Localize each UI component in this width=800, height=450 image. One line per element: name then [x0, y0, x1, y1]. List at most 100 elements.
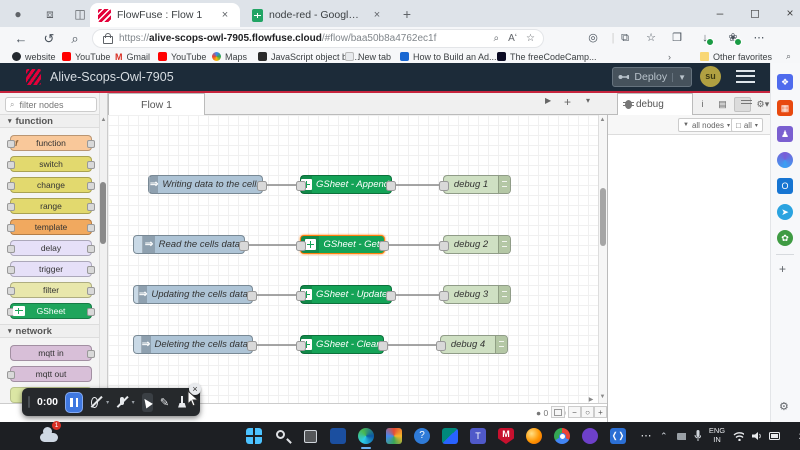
eraser-tool-icon[interactable] [176, 396, 184, 409]
bookmark-new-tab[interactable]: New tab [345, 50, 391, 63]
gsheet-clear-node[interactable]: GSheet - Clear [300, 335, 384, 354]
back-icon[interactable]: ← [12, 30, 30, 48]
favorite-star-icon[interactable]: ☆ [526, 33, 535, 44]
edge-taskbar-icon[interactable] [358, 428, 374, 444]
pause-button[interactable] [65, 392, 83, 413]
bookmarks-overflow-icon[interactable]: › [668, 50, 671, 63]
split-screen-icon[interactable]: ⧉ [616, 29, 634, 47]
github-desktop-icon[interactable] [582, 428, 598, 444]
rail-add-icon[interactable]: + [779, 262, 786, 276]
tab-actions-icon[interactable]: ◫ [72, 6, 88, 22]
rail-settings-icon[interactable]: ⚙ [779, 400, 789, 413]
wifi-icon[interactable] [733, 431, 744, 441]
palette-scroll-thumb[interactable] [100, 182, 106, 244]
mic-menu-caret[interactable]: ▾ [132, 399, 135, 406]
debug-trash-button[interactable]: □all▾ [731, 118, 763, 132]
teams-icon[interactable]: T [470, 428, 486, 444]
palette-scrollbar[interactable] [99, 93, 107, 403]
app-tile-icon[interactable] [330, 428, 346, 444]
browser-essentials-icon[interactable]: ❀ [724, 29, 742, 47]
browser-tab-flowfuse[interactable]: FlowFuse : Flow 1 × [90, 3, 240, 27]
palette-node-mqtt-in[interactable]: mqtt in [10, 345, 92, 361]
inject-node[interactable]: ⇒ Read the cells data [133, 235, 245, 254]
tab-close-icon[interactable]: × [370, 9, 384, 21]
gsheet-update-node[interactable]: GSheet - Update [300, 285, 392, 304]
help-tab-icon[interactable]: ▤ [714, 97, 731, 112]
scroll-down-icon[interactable]: ▼ [598, 394, 607, 400]
zoom-out-button[interactable]: − [568, 406, 581, 418]
battery-icon[interactable] [769, 432, 780, 440]
refresh-icon[interactable]: ↺ [40, 30, 58, 48]
palette-node-trigger[interactable]: trigger [10, 261, 92, 277]
chrome-icon[interactable] [554, 428, 570, 444]
palette-search-input[interactable] [17, 99, 91, 111]
volume-icon[interactable] [752, 431, 761, 441]
bookmark-freecodecamp[interactable]: The freeCodeCamp... [497, 50, 597, 63]
restore-button[interactable]: ◻ [740, 0, 770, 26]
deploy-caret-icon[interactable]: ▼ [672, 73, 686, 82]
taskbar-search-icon[interactable] [274, 428, 290, 444]
add-flow-button[interactable]: + [564, 95, 571, 109]
debug-toggle-button[interactable] [498, 176, 510, 193]
clock[interactable]: 17:5820-06-2024 [788, 420, 800, 450]
vscode-icon[interactable]: ❬❭ [610, 428, 626, 444]
mcafee-icon[interactable]: M [498, 428, 514, 444]
debug-filter-button[interactable]: ▼all nodes▾ [678, 118, 735, 132]
flow-tab[interactable]: Flow 1 [108, 93, 205, 115]
sidebar-toggle-icon[interactable]: ▶ [586, 396, 596, 403]
debug-node[interactable]: debug 1 [443, 175, 511, 194]
shopping-icon[interactable]: ❖ [777, 74, 793, 90]
display-driver-icon[interactable] [676, 431, 687, 441]
palette-node-change[interactable]: change [10, 177, 92, 193]
debug-toggle-button[interactable] [495, 336, 507, 353]
user-avatar[interactable]: su [700, 66, 721, 87]
favorites-icon[interactable]: ☆ [642, 29, 660, 47]
pencil-tool-icon[interactable]: ✎ [160, 396, 169, 409]
inject-button[interactable] [134, 336, 142, 353]
tab-scroll-icon[interactable]: ▶ [545, 96, 551, 105]
close-button[interactable]: × [775, 0, 800, 26]
drag-handle[interactable] [28, 396, 30, 408]
firefox-icon[interactable] [526, 428, 542, 444]
palette-category-network[interactable]: ▾network [0, 324, 99, 338]
palette-node-function[interactable]: ffunction [10, 135, 92, 151]
debug-node[interactable]: debug 3 [443, 285, 511, 304]
bookmark-gmail[interactable]: MGmail [115, 50, 150, 63]
bookmark-maps[interactable]: Maps [212, 50, 247, 63]
browser-tab-sheets[interactable]: node-red - Google Sheets × [244, 3, 392, 27]
downloads-icon[interactable]: ↓ [696, 29, 714, 47]
bookmark-youtube[interactable]: YouTube [62, 50, 110, 63]
taskbar-overflow-icon[interactable]: ⋯ [638, 428, 654, 444]
extension-icon[interactable]: ◎ [584, 29, 602, 47]
start-button[interactable] [246, 428, 262, 444]
zoom-in-button[interactable]: + [594, 406, 607, 418]
debug-tab-icon[interactable] [734, 97, 751, 112]
cursor-tool-button[interactable] [142, 393, 153, 412]
games-toolbox-icon[interactable]: ▦ [777, 100, 793, 116]
mic-off-icon[interactable] [116, 396, 125, 409]
office-app-icon[interactable] [386, 428, 402, 444]
debug-node[interactable]: debug 4 [440, 335, 508, 354]
weather-widget[interactable]: 1 [40, 425, 58, 442]
flow-list-icon[interactable]: ▾ [586, 96, 590, 105]
zoom-reset-button[interactable]: ○ [581, 406, 594, 418]
canvas-vscrollbar[interactable] [598, 115, 607, 403]
get-help-icon[interactable]: ? [414, 428, 430, 444]
inject-button[interactable] [134, 236, 143, 253]
designer-icon[interactable] [777, 152, 793, 168]
gsheet-get-node-selected[interactable]: GSheet - Get [300, 235, 385, 254]
new-tab-button[interactable]: + [398, 5, 416, 23]
inject-node[interactable]: ⇒ Updating the cells data [133, 285, 253, 304]
bookmark-how-to-build[interactable]: How to Build an Ad... [400, 50, 497, 63]
profile-icon[interactable]: ● [10, 6, 26, 22]
canvas-vscroll-thumb[interactable] [600, 188, 606, 246]
metamask-icon[interactable] [554, 29, 572, 47]
deploy-button[interactable]: Deploy ▼ [612, 67, 692, 87]
sidebar-tab-debug[interactable]: debug [617, 93, 693, 115]
other-favorites[interactable]: Other favorites [700, 50, 772, 63]
debug-toggle-button[interactable] [498, 286, 510, 303]
navigator-button[interactable] [551, 406, 565, 418]
read-aloud-icon[interactable]: Aʻ [508, 33, 517, 44]
bookmarks-search-icon[interactable]: ⌕ [786, 50, 791, 63]
plant-app-icon[interactable]: ✿ [777, 230, 793, 246]
